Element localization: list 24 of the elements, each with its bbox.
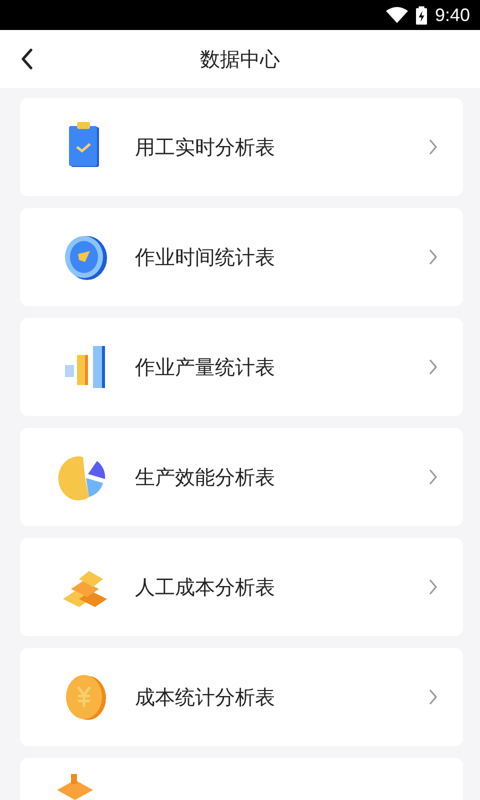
wifi-icon (386, 7, 408, 23)
menu-label: 人工成本分析表 (135, 574, 276, 600)
chevron-right-icon (428, 358, 438, 376)
ingot-icon (57, 774, 93, 800)
menu-label: 作业时间统计表 (135, 244, 276, 270)
menu-label: 生产效能分析表 (135, 464, 276, 490)
chevron-right-icon (428, 468, 438, 486)
status-time: 9:40 (434, 4, 470, 26)
chevron-right-icon (428, 578, 438, 596)
chevron-right-icon (428, 248, 438, 266)
chevron-right-icon (428, 138, 438, 156)
back-icon[interactable] (20, 48, 34, 70)
chevron-right-icon (428, 688, 438, 706)
menu-card[interactable]: 作业时间统计表 (20, 208, 463, 306)
menu-label: 作业产量统计表 (135, 354, 276, 380)
menu-card[interactable]: 生产效能分析表 (20, 428, 463, 526)
menu-card[interactable]: 作业产量统计表 (20, 318, 463, 416)
menu-label: 成本统计分析表 (135, 684, 276, 710)
menu-card[interactable]: 成本统计分析表 (20, 648, 463, 746)
menu-label: 用工实时分析表 (135, 134, 276, 160)
battery-icon (416, 6, 427, 24)
menu-card[interactable]: 人工成本分析表 (20, 538, 463, 636)
menu-card[interactable]: 用工实时分析表 (20, 98, 463, 196)
page-title: 数据中心 (199, 46, 281, 72)
